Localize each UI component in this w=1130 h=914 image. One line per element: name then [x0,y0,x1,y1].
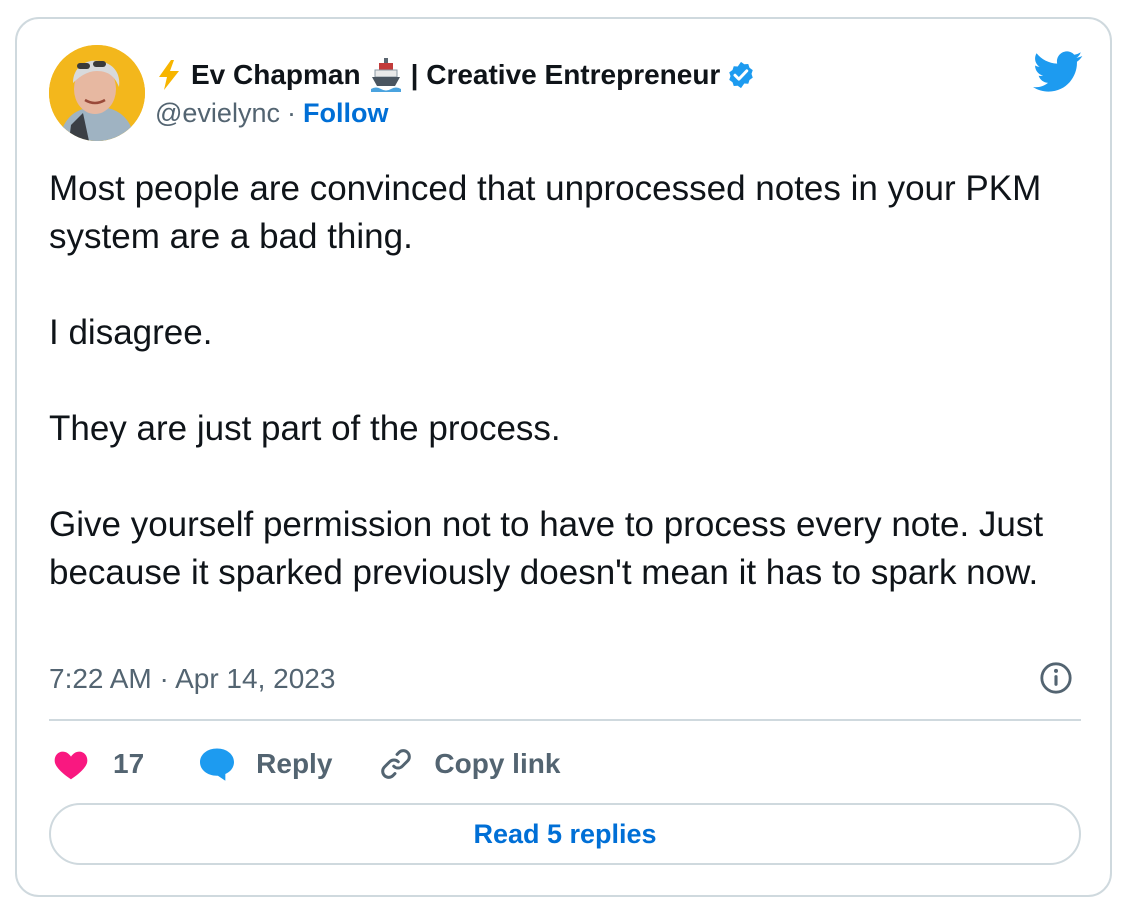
tweet-paragraph: Most people are convinced that unprocess… [49,169,1042,256]
author-title[interactable]: | Creative Entrepreneur [411,59,721,91]
info-icon[interactable] [1039,661,1073,700]
author-handle[interactable]: @evielync [155,98,280,129]
tweet-paragraph: Give yourself permission not to have to … [49,505,1044,592]
tweet-text: Most people are convinced that unprocess… [49,165,1089,597]
tweet-paragraph: They are just part of the process. [49,409,561,448]
follow-link[interactable]: Follow [303,98,388,129]
handle-line: @evielync · Follow [155,95,388,131]
speech-bubble-icon [198,747,236,781]
copy-link-button[interactable]: Copy link [378,746,560,782]
author-name[interactable]: Ev Chapman [191,59,361,91]
tweet-paragraph: I disagree. [49,313,213,352]
lightning-bolt-icon [157,60,181,90]
divider [49,719,1081,721]
tweet-card: Ev Chapman | Creative Entrepreneur @evie… [15,17,1112,897]
like-button[interactable]: 17 [53,748,144,780]
ship-icon [370,58,401,92]
read-replies-button[interactable]: Read 5 replies [49,803,1081,865]
tweet-timestamp[interactable]: 7:22 AM · Apr 14, 2023 [49,661,335,697]
copy-link-label: Copy link [434,748,561,779]
like-count: 17 [113,748,145,779]
twitter-bird-icon[interactable] [1033,51,1083,98]
heart-icon [53,748,89,780]
separator-dot: · [286,97,296,128]
reply-button[interactable]: Reply [198,747,332,781]
reply-label: Reply [256,748,333,779]
author-name-line[interactable]: Ev Chapman | Creative Entrepreneur [157,55,756,95]
avatar[interactable] [49,45,145,141]
action-bar: 17 Reply Copy link [53,741,560,787]
verified-badge-icon [726,60,756,90]
link-icon [378,746,414,782]
